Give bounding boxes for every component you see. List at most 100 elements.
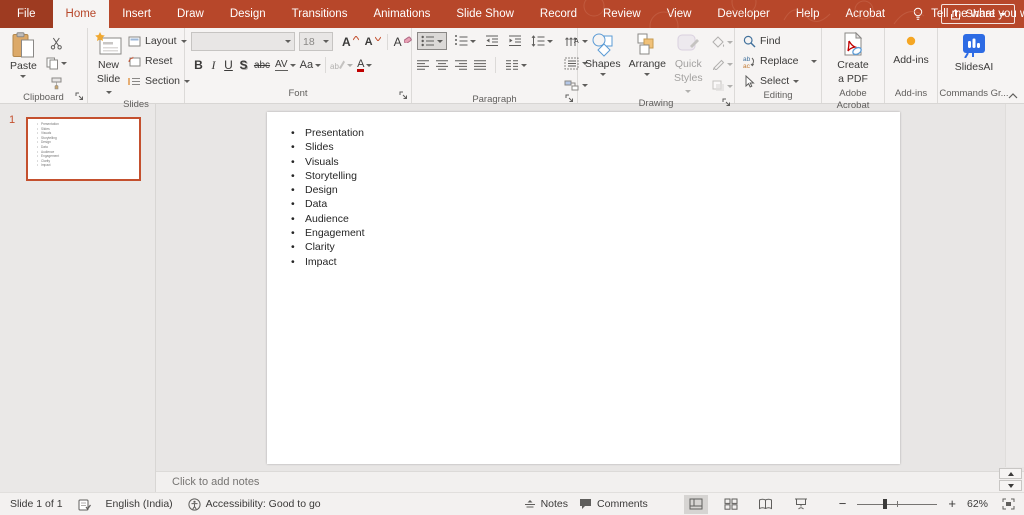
- font-group: 18 A A A B I U S abc AV Aa ab A Font: [185, 28, 412, 103]
- align-right-icon[interactable]: [455, 59, 468, 71]
- bullets-button[interactable]: [417, 32, 447, 50]
- quick-styles-button[interactable]: Quick Styles: [671, 32, 706, 98]
- ribbon-tab[interactable]: Draw: [164, 0, 217, 28]
- zoom-percentage[interactable]: 62%: [967, 498, 988, 510]
- align-left-icon[interactable]: [417, 59, 430, 71]
- change-case-button[interactable]: Aa: [298, 56, 323, 74]
- shape-effects-button[interactable]: [710, 77, 735, 95]
- ribbon-tab[interactable]: Record: [527, 0, 590, 28]
- adobe-acrobat-group: Create a PDF Adobe Acrobat: [822, 28, 885, 111]
- slide-bullet-list[interactable]: PresentationSlidesVisualsStorytellingDes…: [267, 112, 900, 269]
- reset-button[interactable]: Reset: [128, 52, 190, 70]
- create-pdf-button[interactable]: Create a PDF: [834, 32, 872, 86]
- divider: [325, 57, 327, 73]
- ribbon-tab[interactable]: Acrobat: [833, 0, 899, 28]
- clear-formatting-button[interactable]: A: [392, 33, 414, 51]
- find-button[interactable]: Find: [743, 32, 817, 50]
- font-color-button[interactable]: A: [355, 56, 374, 74]
- slide-canvas[interactable]: PresentationSlidesVisualsStorytellingDes…: [267, 112, 900, 464]
- font-size-combobox[interactable]: 18: [299, 32, 333, 51]
- numbering-button[interactable]: [452, 32, 478, 50]
- paragraph-dialog-launcher-icon[interactable]: [565, 94, 574, 103]
- create-pdf-label-1: Create: [837, 59, 869, 71]
- slide-sorter-view-button[interactable]: [719, 495, 743, 514]
- cut-button[interactable]: [44, 34, 69, 52]
- slide-counter[interactable]: Slide 1 of 1: [10, 498, 63, 510]
- zoom-in-button[interactable]: +: [948, 497, 956, 510]
- drawing-dialog-launcher-icon[interactable]: [722, 98, 731, 107]
- zoom-out-button[interactable]: −: [839, 497, 847, 510]
- ribbon-tab[interactable]: File: [0, 0, 53, 28]
- ribbon-tab[interactable]: Insert: [109, 0, 164, 28]
- character-spacing-button[interactable]: AV: [273, 56, 298, 74]
- paste-button[interactable]: Paste: [7, 32, 40, 78]
- increase-indent-button[interactable]: [506, 32, 524, 50]
- zoom-slider[interactable]: [857, 498, 938, 510]
- strikethrough-button[interactable]: abc: [251, 60, 273, 71]
- reading-view-button[interactable]: [754, 495, 778, 514]
- notes-icon: [524, 499, 535, 507]
- new-slide-button[interactable]: New Slide: [92, 32, 125, 99]
- clipboard-dialog-launcher-icon[interactable]: [75, 92, 84, 101]
- copy-button[interactable]: [44, 54, 69, 72]
- slide-bullet-item: Impact: [289, 255, 900, 270]
- increase-font-size-button[interactable]: A: [340, 33, 361, 51]
- fit-to-window-button[interactable]: [999, 495, 1017, 514]
- font-dialog-launcher-icon[interactable]: [399, 91, 408, 100]
- next-slide-button[interactable]: [999, 480, 1022, 491]
- ribbon-tab[interactable]: Design: [217, 0, 279, 28]
- notes-toggle-button[interactable]: Notes: [524, 498, 568, 510]
- align-center-icon[interactable]: [436, 59, 449, 71]
- ribbon-tab[interactable]: Slide Show: [443, 0, 527, 28]
- ribbon-tab[interactable]: Home: [52, 0, 110, 28]
- reset-icon: [128, 56, 141, 66]
- ribbon-tab[interactable]: Review: [590, 0, 654, 28]
- comments-button[interactable]: Comments: [579, 498, 648, 510]
- accessibility-button[interactable]: Accessibility: Good to go: [188, 497, 321, 511]
- shapes-button[interactable]: Shapes: [582, 32, 624, 76]
- svg-text:ac: ac: [743, 63, 751, 68]
- slideshow-view-button[interactable]: [789, 495, 813, 514]
- zoom-slider-handle[interactable]: [882, 499, 887, 509]
- chevron-down-icon: [726, 40, 733, 44]
- spell-check-button[interactable]: [78, 498, 91, 511]
- text-shadow-button[interactable]: S: [236, 58, 251, 72]
- share-button[interactable]: Share: [940, 4, 1015, 24]
- ribbon-tab[interactable]: Animations: [360, 0, 443, 28]
- ribbon-tab[interactable]: View: [654, 0, 705, 28]
- decrease-font-size-button[interactable]: A: [363, 33, 383, 51]
- share-label: Share: [965, 8, 995, 20]
- arrange-button[interactable]: Arrange: [626, 32, 669, 76]
- ribbon-tab[interactable]: Help: [783, 0, 833, 28]
- addins-button[interactable]: Add-ins: [890, 32, 932, 67]
- ribbon-tab[interactable]: Transitions: [279, 0, 361, 28]
- collapse-ribbon-icon[interactable]: [1008, 92, 1018, 99]
- select-button[interactable]: Select: [743, 72, 817, 90]
- section-label: Section: [145, 75, 181, 87]
- line-spacing-button[interactable]: [529, 32, 555, 50]
- layout-button[interactable]: Layout: [128, 32, 190, 50]
- justify-icon[interactable]: [474, 59, 487, 71]
- section-icon: [128, 77, 140, 85]
- bold-button[interactable]: B: [191, 58, 206, 72]
- section-button[interactable]: Section: [128, 72, 191, 90]
- shape-outline-button[interactable]: [710, 55, 735, 73]
- decrease-indent-button[interactable]: [483, 32, 501, 50]
- text-highlight-button[interactable]: ab: [328, 56, 355, 74]
- vertical-scrollbar[interactable]: [1005, 104, 1024, 467]
- font-name-combobox[interactable]: [191, 32, 295, 51]
- slide-thumbnail[interactable]: PresentationSlidesVisualsStorytellingDes…: [26, 117, 141, 181]
- slide-navigation: [999, 468, 1022, 491]
- previous-slide-button[interactable]: [999, 468, 1022, 479]
- shape-fill-button[interactable]: [710, 33, 735, 51]
- underline-button[interactable]: U: [221, 58, 236, 72]
- replace-button[interactable]: ab ac Replace: [743, 52, 817, 70]
- italic-button[interactable]: I: [206, 58, 221, 73]
- format-painter-button[interactable]: [44, 74, 69, 92]
- slidesai-button[interactable]: SlidesAI: [952, 32, 997, 74]
- notes-pane[interactable]: Click to add notes: [156, 468, 1024, 492]
- columns-button[interactable]: [504, 56, 529, 74]
- ribbon-tab[interactable]: Developer: [704, 0, 782, 28]
- language-button[interactable]: English (India): [106, 498, 173, 510]
- normal-view-button[interactable]: [683, 494, 708, 514]
